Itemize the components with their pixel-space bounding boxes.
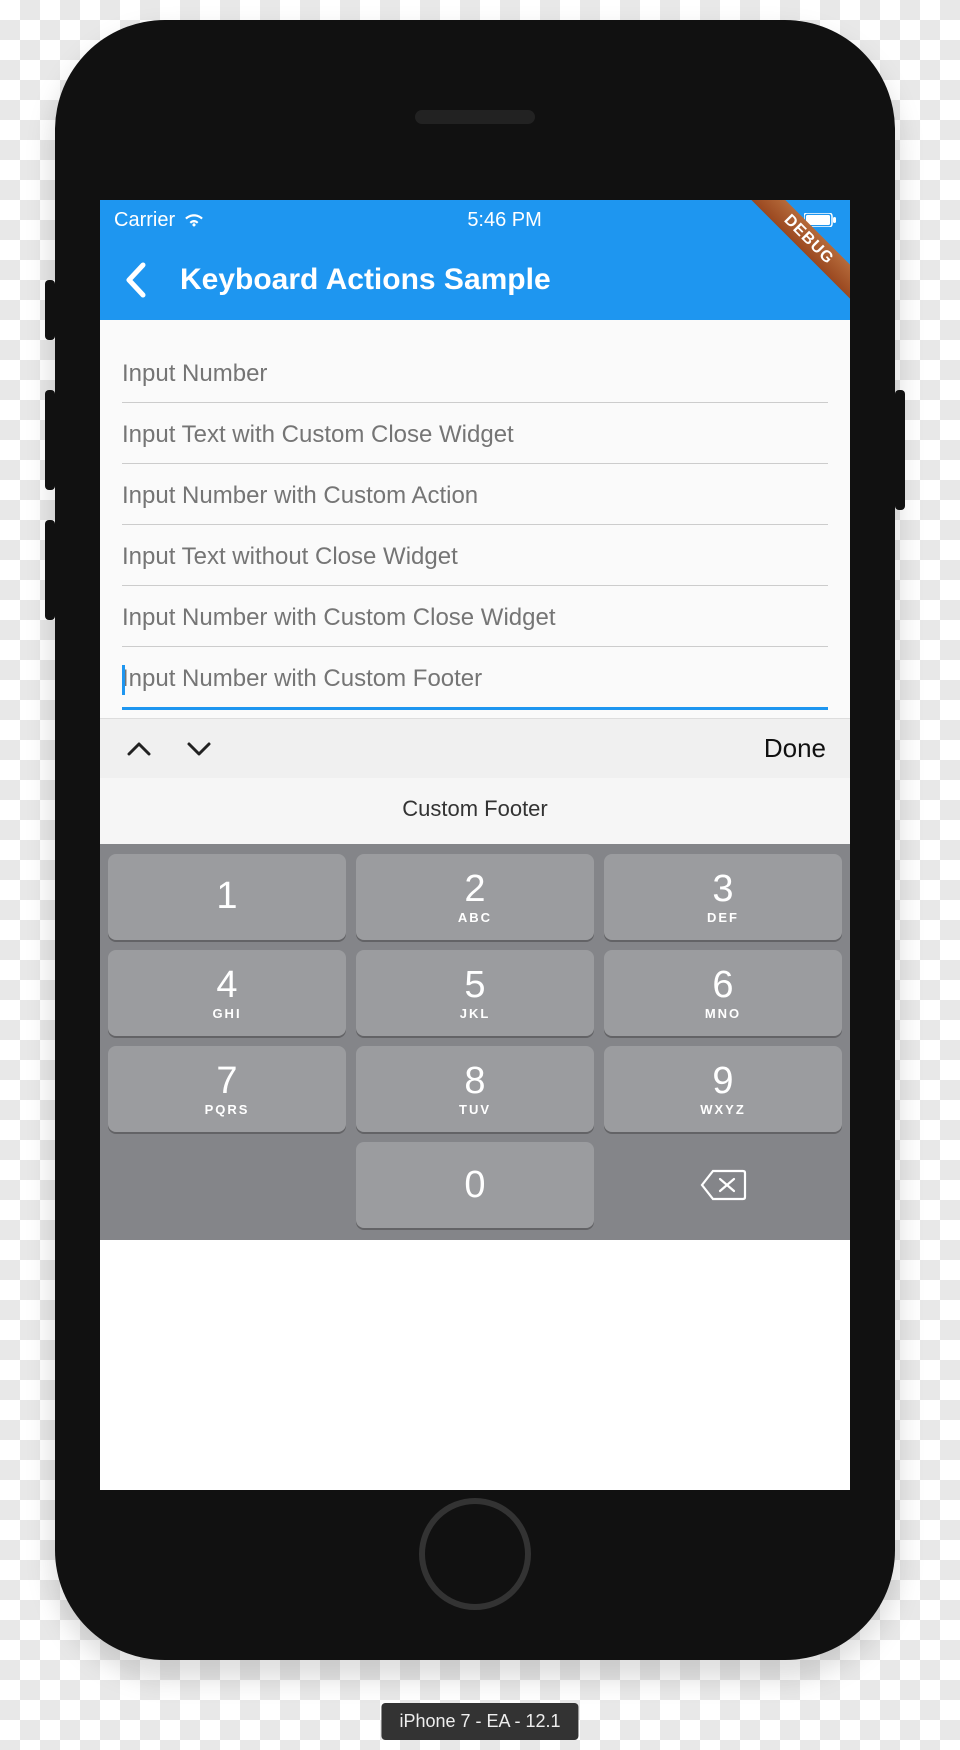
- simulator-label: iPhone 7 - EA - 12.1: [381, 1703, 578, 1740]
- input-text-custom-close[interactable]: [122, 403, 828, 464]
- form-content: [100, 320, 850, 718]
- text-caret: [122, 665, 125, 695]
- page-title: Keyboard Actions Sample: [180, 263, 551, 297]
- key-7[interactable]: 7PQRS: [108, 1046, 346, 1132]
- keyboard-toolbar: Done: [100, 718, 850, 778]
- key-2[interactable]: 2ABC: [356, 854, 594, 940]
- done-button[interactable]: Done: [764, 733, 826, 764]
- key-9[interactable]: 9WXYZ: [604, 1046, 842, 1132]
- key-8[interactable]: 8TUV: [356, 1046, 594, 1132]
- battery-icon: [804, 213, 836, 227]
- back-button[interactable]: [110, 255, 160, 305]
- input-number-custom-footer[interactable]: [122, 647, 828, 710]
- key-blank: [108, 1142, 346, 1228]
- input-number-custom-action[interactable]: [122, 464, 828, 525]
- carrier-label: Carrier: [114, 209, 175, 232]
- input-number[interactable]: [122, 342, 828, 403]
- next-field-button[interactable]: [184, 734, 214, 764]
- app-bar: Keyboard Actions Sample: [100, 240, 850, 320]
- prev-field-button[interactable]: [124, 734, 154, 764]
- key-1[interactable]: 1: [108, 854, 346, 940]
- input-number-custom-close[interactable]: [122, 586, 828, 647]
- status-bar: Carrier 5:46 PM: [100, 200, 850, 240]
- screen: Carrier 5:46 PM Keyboard Actions Sample …: [100, 200, 850, 1490]
- clock: 5:46 PM: [467, 209, 541, 232]
- key-0[interactable]: 0: [356, 1142, 594, 1228]
- numeric-keypad: 1 2ABC 3DEF 4GHI 5JKL 6MNO 7PQRS 8TUV 9W…: [100, 844, 850, 1240]
- key-4[interactable]: 4GHI: [108, 950, 346, 1036]
- custom-footer-label: Custom Footer: [100, 778, 850, 844]
- phone-frame: Carrier 5:46 PM Keyboard Actions Sample …: [55, 20, 895, 1660]
- key-6[interactable]: 6MNO: [604, 950, 842, 1036]
- input-text-no-close[interactable]: [122, 525, 828, 586]
- wifi-icon: [183, 212, 205, 228]
- key-backspace[interactable]: [604, 1142, 842, 1228]
- key-5[interactable]: 5JKL: [356, 950, 594, 1036]
- key-3[interactable]: 3DEF: [604, 854, 842, 940]
